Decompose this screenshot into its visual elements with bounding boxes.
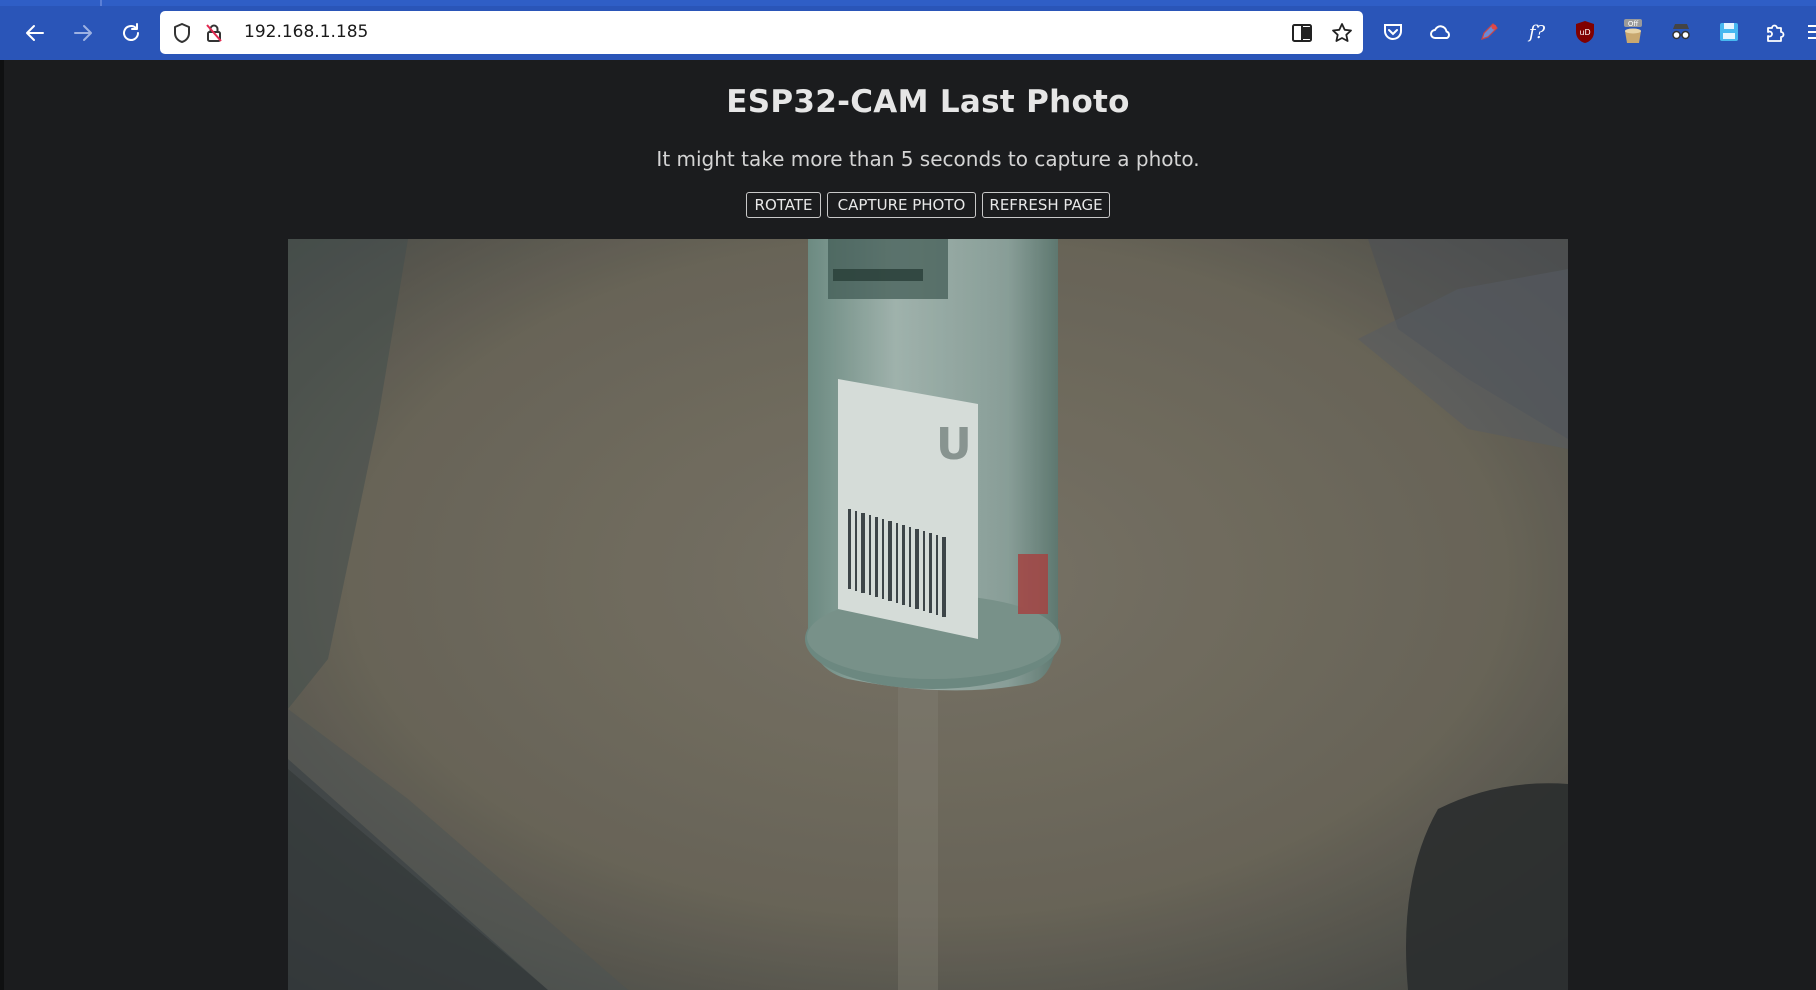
menu-icon[interactable]: [1804, 19, 1816, 45]
window-edge: [0, 60, 4, 990]
forward-button[interactable]: [64, 14, 102, 52]
page-subtitle: It might take more than 5 seconds to cap…: [656, 147, 1200, 171]
reload-icon: [123, 23, 139, 41]
spy-icon[interactable]: [1668, 19, 1694, 45]
formula-label: f?: [1528, 21, 1546, 43]
pen-icon[interactable]: [1476, 19, 1502, 45]
ublock-badge: uD: [1579, 28, 1590, 37]
star-icon[interactable]: [1330, 21, 1354, 45]
cookie-off-icon[interactable]: Off: [1620, 19, 1646, 45]
tab-strip-edge: [0, 0, 1816, 6]
url-text[interactable]: 192.168.1.185: [244, 11, 368, 54]
cloud-icon[interactable]: [1428, 19, 1454, 45]
page-title: ESP32-CAM Last Photo: [726, 84, 1130, 120]
browser-toolbar: 192.168.1.185 f? uD Off: [0, 0, 1816, 60]
arrow-right-icon: [74, 25, 92, 41]
reload-button[interactable]: [112, 14, 150, 52]
puzzle-icon[interactable]: [1762, 19, 1788, 45]
cookie-badge: Off: [1628, 20, 1639, 28]
refresh-page-button[interactable]: REFRESH PAGE: [982, 192, 1110, 218]
camera-photo-image: U: [288, 239, 1568, 990]
arrow-left-icon: [26, 25, 44, 41]
back-button[interactable]: [16, 14, 54, 52]
shield-icon[interactable]: [170, 21, 194, 45]
formula-icon[interactable]: f?: [1524, 19, 1550, 45]
address-bar[interactable]: 192.168.1.185: [160, 11, 1363, 54]
rotate-button[interactable]: ROTATE: [746, 192, 821, 218]
insecure-lock-icon[interactable]: [202, 21, 226, 45]
pocket-icon[interactable]: [1380, 19, 1406, 45]
save-icon[interactable]: [1716, 19, 1742, 45]
reader-view-icon[interactable]: [1290, 21, 1314, 45]
capture-photo-button[interactable]: CAPTURE PHOTO: [827, 192, 976, 218]
ublock-icon[interactable]: uD: [1572, 19, 1598, 45]
camera-photo: U: [288, 239, 1568, 990]
